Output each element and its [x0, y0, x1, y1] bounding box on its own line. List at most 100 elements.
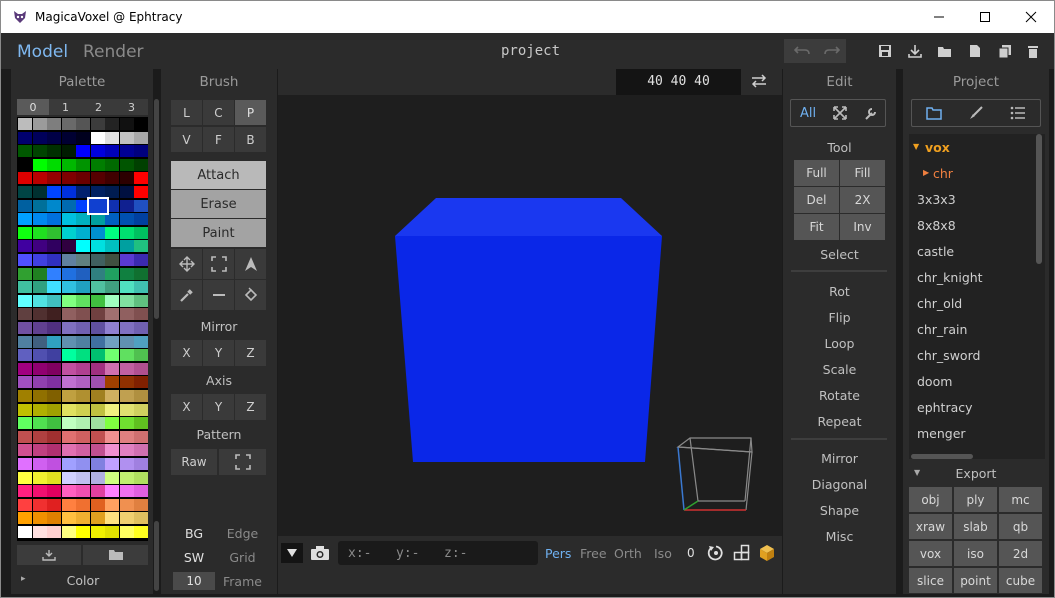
- palette-swatch[interactable]: [47, 213, 61, 226]
- palette-swatch[interactable]: [119, 376, 134, 389]
- palette-swatch[interactable]: [134, 226, 148, 239]
- palette-swatch[interactable]: [134, 145, 148, 158]
- palette-tab-1[interactable]: 1: [49, 99, 82, 115]
- palette-swatch[interactable]: [76, 390, 90, 402]
- edit-tab-tools[interactable]: [857, 102, 885, 124]
- palette-swatch[interactable]: [105, 254, 119, 266]
- tool-fit-button[interactable]: Fit: [794, 214, 839, 240]
- palette-swatch[interactable]: [18, 131, 32, 144]
- tool-del-button[interactable]: Del: [794, 187, 839, 213]
- transform-repeat-item[interactable]: Repeat: [783, 414, 896, 429]
- palette-swatch[interactable]: [90, 240, 105, 253]
- attach-mode-button[interactable]: Attach: [171, 161, 266, 189]
- palette-swatch[interactable]: [32, 186, 47, 198]
- palette-swatch[interactable]: [18, 226, 32, 239]
- palette-swatch[interactable]: [134, 254, 148, 266]
- palette-scrollbar[interactable]: [154, 99, 159, 319]
- palette-swatch[interactable]: [32, 294, 47, 307]
- palette-swatch[interactable]: [90, 526, 105, 538]
- palette-swatch[interactable]: [32, 267, 47, 280]
- palette-swatch[interactable]: [47, 444, 61, 457]
- palette-swatch[interactable]: [90, 444, 105, 457]
- palette-swatch[interactable]: [119, 362, 134, 375]
- axis-z-button[interactable]: Z: [235, 394, 266, 420]
- palette-swatch[interactable]: [32, 471, 47, 484]
- palette-swatch[interactable]: [119, 526, 134, 538]
- palette-swatch[interactable]: [32, 213, 47, 226]
- sw-toggle[interactable]: SW: [171, 550, 217, 565]
- project-tab-files[interactable]: [914, 102, 954, 124]
- export-collapse-icon[interactable]: ▼: [914, 468, 920, 477]
- palette-swatch[interactable]: [47, 226, 61, 239]
- palette-swatch[interactable]: [32, 444, 47, 457]
- palette-swatch[interactable]: [105, 322, 119, 334]
- palette-swatch[interactable]: [119, 349, 134, 362]
- reset-view-icon[interactable]: [707, 544, 725, 562]
- palette-swatch[interactable]: [61, 131, 76, 144]
- palette-swatch[interactable]: [32, 376, 47, 389]
- palette-swatch[interactable]: [32, 172, 47, 185]
- palette-swatch[interactable]: [47, 498, 61, 511]
- frame-value-field[interactable]: 10: [173, 572, 215, 590]
- open-folder-icon[interactable]: [932, 39, 958, 63]
- mirror-y-button[interactable]: Y: [203, 340, 234, 366]
- palette-swatch[interactable]: [32, 512, 47, 525]
- palette-swatch[interactable]: [105, 335, 119, 348]
- brush-type-p-button[interactable]: P: [235, 100, 266, 125]
- project-file-item[interactable]: 8x8x8: [917, 218, 956, 233]
- project-file-item[interactable]: castle: [917, 244, 954, 259]
- transform-rotate-item[interactable]: Rotate: [783, 388, 896, 403]
- palette-swatch[interactable]: [134, 186, 148, 198]
- camera-iso-button[interactable]: Iso: [654, 546, 672, 561]
- eyedropper-tool-button[interactable]: [171, 280, 202, 310]
- palette-swatch[interactable]: [105, 294, 119, 307]
- palette-swatch[interactable]: [32, 308, 47, 321]
- palette-swatch[interactable]: [90, 471, 105, 484]
- palette-swatch[interactable]: [32, 526, 47, 538]
- export-mc-button[interactable]: mc: [999, 487, 1042, 512]
- palette-swatch[interactable]: [76, 444, 90, 457]
- transform-rot-item[interactable]: Rot: [783, 284, 896, 299]
- palette-swatch[interactable]: [119, 458, 134, 470]
- palette-swatch[interactable]: [76, 458, 90, 470]
- palette-swatch[interactable]: [18, 512, 32, 525]
- palette-swatch[interactable]: [76, 526, 90, 538]
- palette-swatch[interactable]: [105, 403, 119, 416]
- palette-swatch[interactable]: [18, 254, 32, 266]
- palette-swatch[interactable]: [105, 186, 119, 198]
- edit-mirror-item[interactable]: Mirror: [783, 451, 896, 466]
- palette-swatch[interactable]: [76, 403, 90, 416]
- palette-swatch[interactable]: [134, 512, 148, 525]
- palette-swatch[interactable]: [134, 199, 148, 212]
- palette-swatch[interactable]: [47, 267, 61, 280]
- edit-misc-item[interactable]: Misc: [783, 529, 896, 544]
- palette-swatch[interactable]: [32, 498, 47, 511]
- palette-swatch[interactable]: [90, 131, 105, 144]
- palette-swatch[interactable]: [61, 458, 76, 470]
- axis-x-button[interactable]: X: [171, 394, 202, 420]
- palette-swatch[interactable]: [90, 281, 105, 294]
- palette-swatch[interactable]: [76, 172, 90, 185]
- export-vox-button[interactable]: vox: [909, 541, 952, 566]
- folder-vox[interactable]: vox: [925, 140, 950, 155]
- palette-swatch[interactable]: [47, 131, 61, 144]
- palette-swatch[interactable]: [47, 417, 61, 430]
- palette-swatch[interactable]: [105, 362, 119, 375]
- palette-swatch[interactable]: [18, 240, 32, 253]
- palette-swatch[interactable]: [76, 308, 90, 321]
- tool-2x-button[interactable]: 2X: [840, 187, 885, 213]
- palette-swatch[interactable]: [134, 485, 148, 498]
- edit-tab-all[interactable]: All: [793, 102, 823, 124]
- palette-swatch[interactable]: [47, 458, 61, 470]
- palette-swatch[interactable]: [90, 267, 105, 280]
- palette-swatch[interactable]: [76, 131, 90, 144]
- copy-file-icon[interactable]: [992, 39, 1018, 63]
- palette-swatch[interactable]: [76, 485, 90, 498]
- palette-swatch[interactable]: [105, 145, 119, 158]
- select-label[interactable]: Select: [783, 247, 896, 262]
- palette-swatch[interactable]: [119, 145, 134, 158]
- palette-swatch[interactable]: [18, 294, 32, 307]
- palette-swatch[interactable]: [61, 254, 76, 266]
- palette-swatch[interactable]: [18, 145, 32, 158]
- project-tab-list[interactable]: [998, 102, 1038, 124]
